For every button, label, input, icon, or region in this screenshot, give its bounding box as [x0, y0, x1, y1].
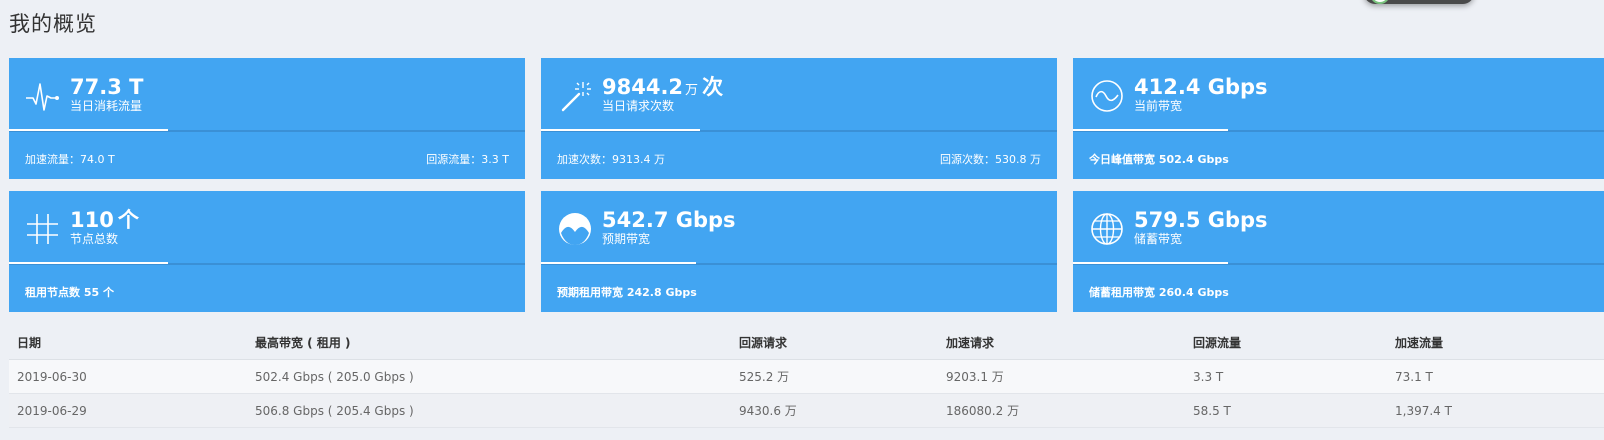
page-title: 我的概览 [9, 12, 97, 36]
card-foot-left: 今日峰值带宽 502.4 Gbps [1089, 153, 1229, 166]
card-value: 110 个 [70, 208, 139, 232]
wave-circle-icon [1089, 78, 1125, 114]
card-divider [1073, 129, 1604, 132]
card-foot-right: 回源次数：530.8 万 [940, 153, 1041, 166]
card-current-bandwidth: 412.4 Gbps 当前带宽 今日峰值带宽 502.4 Gbps [1073, 58, 1604, 179]
pulse-icon [25, 78, 61, 114]
card-divider [541, 129, 1057, 132]
card-label: 当日请求次数 [602, 99, 675, 113]
card-daily-traffic: 77.3 T 当日消耗流量 加速流量：74.0 T 回源流量：3.3 T [9, 58, 525, 179]
card-label: 节点总数 [70, 232, 119, 246]
magic-wand-icon [557, 78, 593, 114]
avatar-status-icon [1370, 0, 1390, 4]
card-daily-requests: 9844.2 万次 当日请求次数 加速次数：9313.4 万 回源次数：530.8… [541, 58, 1057, 179]
header-origin-traffic[interactable]: 回源流量 [1185, 325, 1387, 360]
card-expected-bandwidth: 542.7 Gbps 预期带宽 预期租用带宽 242.8 Gbps [541, 191, 1057, 312]
card-label: 预期带宽 [602, 232, 651, 246]
hashtag-icon [25, 211, 61, 247]
card-value-number: 110 [70, 208, 114, 232]
card-label: 当日消耗流量 [70, 99, 143, 113]
card-value-unit: 万 [685, 83, 699, 98]
header-accel-traffic[interactable]: 加速流量 [1387, 325, 1604, 360]
card-value-number: 9844.2 [602, 75, 684, 99]
card-value: 542.7 Gbps [602, 208, 736, 232]
card-label: 当前带宽 [1134, 99, 1183, 113]
card-foot-right: 回源流量：3.3 T [426, 153, 509, 166]
avatar[interactable] [1364, 0, 1474, 4]
card-value: 77.3 T [70, 75, 144, 99]
table-row: 2019-06-29 506.8 Gbps ( 205.4 Gbps ) 943… [9, 393, 1604, 428]
globe-icon [1089, 211, 1125, 247]
card-value: 579.5 Gbps [1134, 208, 1268, 232]
cell-origin-requests: 9430.6 万 [731, 393, 938, 428]
cell-accel-requests: 186080.2 万 [938, 393, 1185, 428]
table-row: 2019-06-30 502.4 Gbps ( 205.0 Gbps ) 525… [9, 359, 1604, 394]
card-value: 412.4 Gbps [1134, 75, 1268, 99]
card-foot-left: 预期租用带宽 242.8 Gbps [557, 286, 697, 299]
header-peak-bandwidth[interactable]: 最高带宽 ( 租用 ) [247, 325, 731, 360]
cell-origin-traffic: 3.3 T [1185, 359, 1387, 394]
card-divider [541, 262, 1057, 265]
header-origin-requests[interactable]: 回源请求 [731, 325, 938, 360]
cell-date: 2019-06-29 [9, 393, 247, 428]
card-savings-bandwidth: 579.5 Gbps 储蓄带宽 储蓄租用带宽 260.4 Gbps [1073, 191, 1604, 312]
cell-peak-bandwidth: 506.8 Gbps ( 205.4 Gbps ) [247, 393, 731, 428]
header-date[interactable]: 日期 [9, 325, 247, 360]
cell-date: 2019-06-30 [9, 359, 247, 394]
header-accel-requests[interactable]: 加速请求 [938, 325, 1185, 360]
cell-accel-requests: 9203.1 万 [938, 359, 1185, 394]
card-divider [9, 129, 525, 132]
card-value-unit-big: 个 [117, 208, 139, 232]
card-foot-left: 储蓄租用带宽 260.4 Gbps [1089, 286, 1229, 299]
daily-stats-table: 日期 最高带宽 ( 租用 ) 回源请求 加速请求 回源流量 加速流量 2019-… [9, 325, 1604, 428]
card-foot-left: 加速次数：9313.4 万 [557, 153, 665, 166]
cell-origin-traffic: 58.5 T [1185, 393, 1387, 428]
cell-accel-traffic: 73.1 T [1387, 359, 1604, 394]
cell-peak-bandwidth: 502.4 Gbps ( 205.0 Gbps ) [247, 359, 731, 394]
card-divider [9, 262, 525, 265]
card-foot-left: 加速流量：74.0 T [25, 153, 115, 166]
card-value-unit-big: 次 [702, 75, 724, 99]
cell-origin-requests: 525.2 万 [731, 359, 938, 394]
mountain-circle-icon [557, 211, 593, 247]
cell-accel-traffic: 1,397.4 T [1387, 393, 1604, 428]
table-header-row: 日期 最高带宽 ( 租用 ) 回源请求 加速请求 回源流量 加速流量 [9, 325, 1604, 360]
card-divider [1073, 262, 1604, 265]
card-label: 储蓄带宽 [1134, 232, 1183, 246]
card-node-count: 110 个 节点总数 租用节点数 55 个 [9, 191, 525, 312]
card-foot-left: 租用节点数 55 个 [25, 286, 114, 299]
